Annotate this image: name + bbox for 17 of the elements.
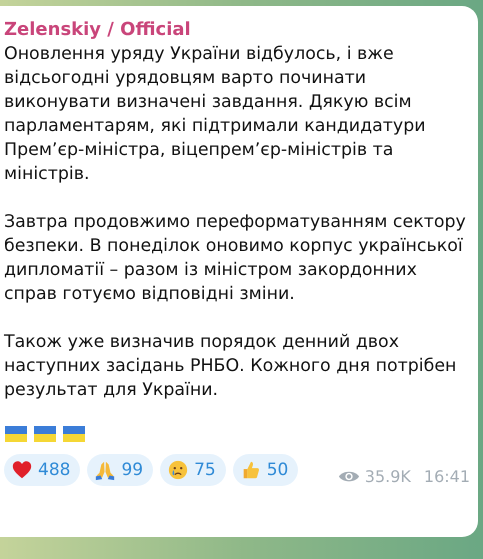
message-text: Також уже визначив порядок денний двох наступних засідань РНБО. Кожного дня потрібен результат для України. <box>4 331 458 402</box>
message-text: Оновлення уряду України відбулось, і вже відсьогодні урядовцям варто починати виконувати визначені завдання. Дякую всім парламентарям, які підтримали кандидатури Прем’єр-міністра, віцепрем’єр-міністрів та міністрів. <box>4 43 427 186</box>
views-icon <box>338 469 360 484</box>
message-text: Завтра продовжимо переформатуванням сектору безпеки. В понеділок оновимо корпус української дипломатії – разом із міністром закордонних справ готуємо відповідні зміни. <box>4 211 467 306</box>
reaction-button[interactable]: 99 <box>87 454 154 486</box>
view-count: 35.9K <box>364 467 411 486</box>
heart-icon <box>11 459 33 481</box>
reaction-button[interactable]: 50 <box>232 454 298 486</box>
crying-face-icon <box>167 459 190 481</box>
message-time: 16:41 <box>424 467 470 486</box>
reaction-button[interactable]: 75 <box>160 454 226 486</box>
channel-name[interactable]: Zelenskiy / Official <box>4 18 191 42</box>
flag-icon <box>63 426 85 442</box>
flag-icon <box>5 426 27 442</box>
flag-icon <box>34 426 56 442</box>
reaction-button[interactable]: 488 <box>4 454 80 486</box>
praying-hands-icon <box>94 459 116 481</box>
